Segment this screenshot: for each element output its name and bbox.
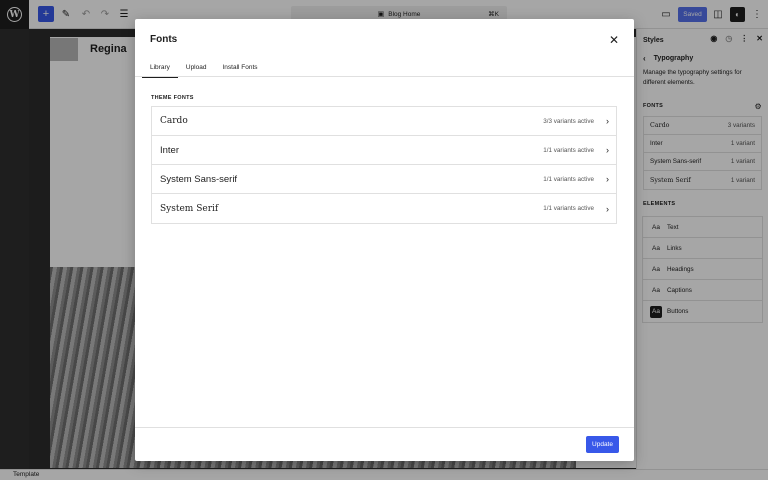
variants-active: 3/3 variants active xyxy=(543,117,594,125)
chevron-right-icon: › xyxy=(606,116,609,126)
font-row-system-serif[interactable]: System Serif 1/1 variants active › xyxy=(152,194,616,223)
font-name: System Serif xyxy=(160,203,219,214)
tab-upload[interactable]: Upload xyxy=(178,57,215,77)
variants-active: 1/1 variants active xyxy=(543,205,594,212)
chevron-right-icon: › xyxy=(606,203,609,214)
variants-active: 1/1 variants active xyxy=(543,146,594,154)
chevron-right-icon: › xyxy=(606,174,609,184)
theme-fonts-heading: Theme Fonts xyxy=(151,95,194,101)
font-name: Inter xyxy=(160,144,180,156)
font-row-cardo[interactable]: Cardo 3/3 variants active › xyxy=(152,107,616,136)
modal-footer-divider xyxy=(135,427,634,428)
tab-library[interactable]: Library xyxy=(142,57,178,78)
update-button[interactable]: Update xyxy=(586,436,619,453)
tab-install-fonts[interactable]: Install Fonts xyxy=(214,57,265,77)
close-icon[interactable]: ✕ xyxy=(609,33,619,47)
font-name: System Sans-serif xyxy=(160,173,238,185)
font-row-system-sans-serif[interactable]: System Sans-serif 1/1 variants active › xyxy=(152,165,616,194)
modal-title: Fonts xyxy=(150,34,178,45)
fonts-modal: Fonts ✕ Library Upload Install Fonts The… xyxy=(135,19,634,461)
modal-tabs: Library Upload Install Fonts xyxy=(142,57,266,78)
font-name: Cardo xyxy=(160,116,188,126)
font-row-inter[interactable]: Inter 1/1 variants active › xyxy=(152,136,616,165)
chevron-right-icon: › xyxy=(606,145,609,155)
theme-font-list: Cardo 3/3 variants active › Inter 1/1 va… xyxy=(151,106,617,224)
tab-divider xyxy=(135,76,634,77)
variants-active: 1/1 variants active xyxy=(543,175,594,183)
